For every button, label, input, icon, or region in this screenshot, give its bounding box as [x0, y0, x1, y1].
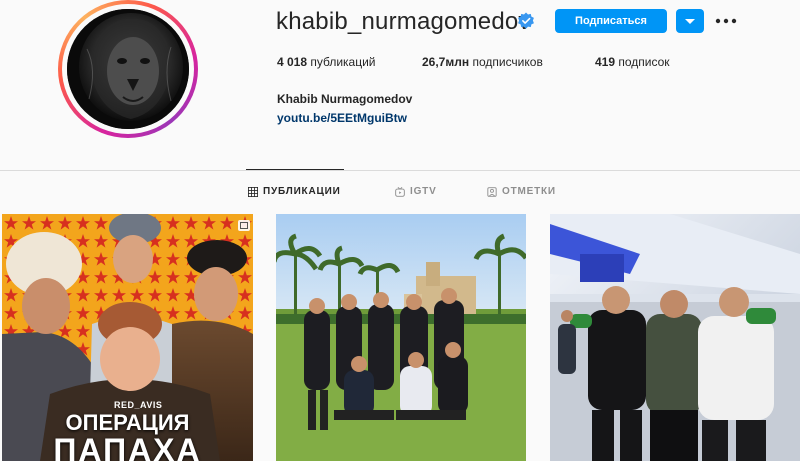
igtv-icon — [395, 186, 405, 197]
tab-tagged-label: ОТМЕТКИ — [502, 186, 556, 197]
lion-avatar-icon — [67, 9, 189, 129]
tab-igtv-label: IGTV — [410, 186, 437, 197]
tagged-icon — [487, 186, 497, 197]
tab-igtv[interactable]: IGTV — [395, 186, 437, 197]
followers-label: подписчиков — [472, 55, 543, 69]
posts-grid: RED_AVIS ОПЕРАЦИЯ ПАПАХА — [0, 214, 800, 461]
bio-link[interactable]: youtu.be/5EEtMguiBtw — [277, 111, 407, 125]
post-watermark: RED_AVIS — [114, 400, 163, 410]
post-thumbnail[interactable] — [276, 214, 526, 461]
more-dots-icon — [715, 18, 737, 24]
multi-photo-icon — [238, 220, 250, 231]
post-image-gym-trio — [550, 214, 800, 461]
active-tab-indicator — [246, 169, 344, 170]
tab-posts[interactable]: ПУБЛИКАЦИИ — [248, 186, 341, 197]
story-ring[interactable] — [58, 0, 198, 138]
tab-tagged[interactable]: ОТМЕТКИ — [487, 186, 556, 197]
username: khabib_nurmagomedov — [276, 8, 531, 35]
verified-badge-icon — [518, 12, 534, 29]
grid-icon — [248, 186, 258, 197]
following-count: 419 — [595, 55, 616, 69]
followers-stat[interactable]: 26,7млн подписчиков — [422, 55, 543, 69]
follow-button[interactable]: Подписаться — [555, 9, 667, 33]
following-label: подписок — [618, 55, 670, 69]
more-options-button[interactable] — [712, 10, 740, 32]
posts-label: публикаций — [310, 55, 376, 69]
post-image-group-desert — [276, 214, 526, 461]
post-caption-line2: ПАПАХА — [53, 432, 202, 461]
posts-count: 4 018 — [277, 55, 308, 69]
following-stat[interactable]: 419 подписок — [595, 55, 670, 69]
profile-tabs: ПУБЛИКАЦИИ IGTV ОТМЕТКИ — [0, 186, 800, 202]
tab-posts-label: ПУБЛИКАЦИИ — [263, 186, 341, 197]
profile-header: khabib_nurmagomedov Подписаться 4 018 пу… — [0, 0, 800, 170]
suggestions-dropdown-button[interactable] — [676, 9, 704, 33]
post-thumbnail[interactable] — [550, 214, 800, 461]
tabs-divider — [0, 170, 800, 171]
avatar-border — [62, 4, 194, 134]
avatar[interactable] — [67, 9, 189, 129]
chevron-down-icon — [685, 19, 695, 24]
full-name: Khabib Nurmagomedov — [277, 92, 413, 106]
posts-stat: 4 018 публикаций — [277, 55, 376, 69]
post-thumbnail[interactable]: RED_AVIS ОПЕРАЦИЯ ПАПАХА — [2, 214, 253, 461]
followers-count: 26,7млн — [422, 55, 470, 69]
